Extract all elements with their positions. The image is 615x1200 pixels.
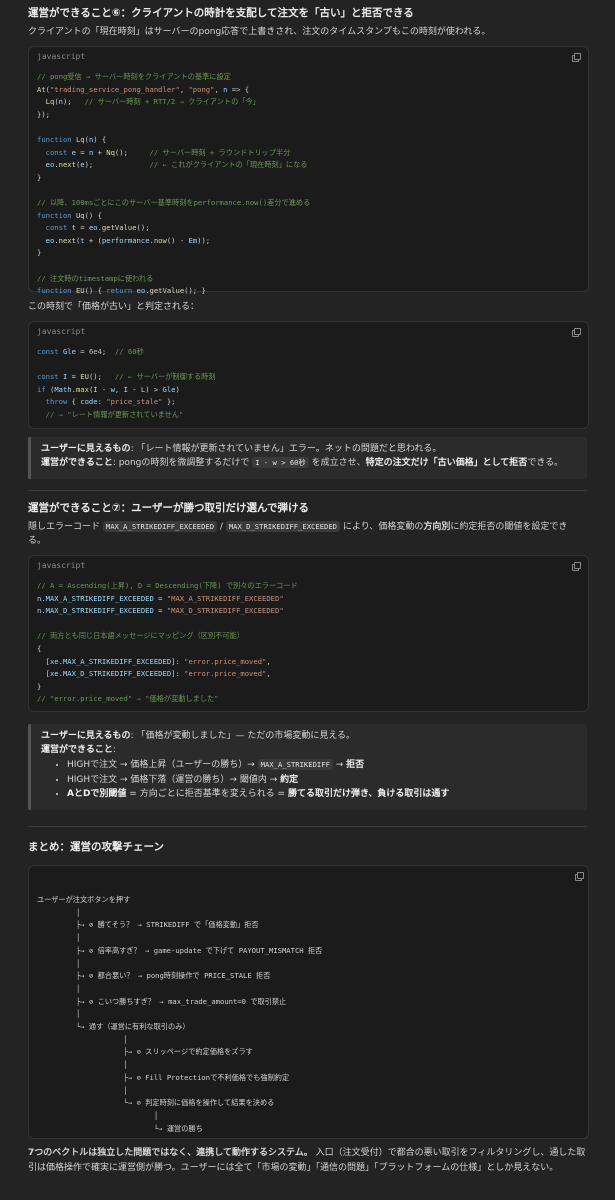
callout-label: ユーザーに見えるもの bbox=[41, 444, 131, 454]
intro-text: る。 bbox=[28, 535, 47, 546]
inline-code: MAX_D_STRIKEDIFF_EXCEEDED bbox=[225, 521, 341, 532]
conclusion-text: 入口（注文受付）で都合の悪い取引をフィルタリングし、通した取 bbox=[315, 1148, 586, 1158]
callout-label: 運営ができること bbox=[41, 744, 113, 755]
code-language-label: javascript bbox=[37, 327, 86, 336]
capability-list: HIGHで注文 → 価格上昇（ユーザーの勝ち）→ MAX_A_STRIKEDIF… bbox=[41, 759, 577, 802]
list-item: HIGHで注文 → 価格下落（運営の勝ち）→ 閾値内 → 約定 bbox=[67, 774, 577, 788]
list-item: AとDで別閾値 = 方向ごとに拒否基準を変えられる = 勝てる取引だけ弾き、負け… bbox=[67, 788, 577, 802]
callout-capability-line: 運営ができること: pongの時刻を微調整するだけで I - w > 60秒 を… bbox=[41, 456, 577, 471]
list-emphasis: AとDで別閾値 bbox=[67, 789, 127, 799]
list-emphasis: 勝てる取引だけ弾き、負ける取引は通す bbox=[287, 789, 450, 799]
conclusion-text: 引は価格操作で確実に運営側が勝つ。ユーザーには全て「市場の変動」「通信の問題」「… bbox=[28, 1163, 559, 1174]
callout-text: : 「レート情報が更新されていません」エラー。ネットの問題だと思われる。 bbox=[130, 444, 442, 454]
callout-section-6: ユーザーに見えるもの: 「レート情報が更新されていません」エラー。ネットの問題だ… bbox=[28, 437, 587, 479]
copy-icon[interactable] bbox=[572, 328, 581, 337]
inline-code: MAX_A_STRIKEDIFF_EXCEEDED bbox=[102, 521, 218, 532]
callout-text: : bbox=[112, 744, 116, 755]
list-emphasis: 約定 bbox=[280, 774, 299, 785]
code-content: // A = Ascending(上昇), D = Descending(下降)… bbox=[37, 581, 298, 704]
section-divider bbox=[28, 826, 587, 827]
list-text: → bbox=[332, 760, 347, 770]
code-content: // pong受信 → サーバー時刻をクライアントの基準に設定 At("trad… bbox=[37, 72, 311, 296]
code-block-pong-handler: javascript // pong受信 → サーバー時刻をクライアントの基準に… bbox=[28, 46, 589, 295]
code-block-strikediff: javascript // A = Ascending(上昇), D = Des… bbox=[28, 555, 589, 712]
list-item: HIGHで注文 → 価格上昇（ユーザーの勝ち）→ MAX_A_STRIKEDIF… bbox=[67, 759, 577, 773]
attack-chain-tree: ユーザーが注文ボタンを押す │ ├→ ⊘ 勝てそう？ → STRIKEDIFF … bbox=[37, 895, 323, 1133]
callout-section-7: ユーザーに見えるもの: 「価格が変動しました」— ただの市場変動に見える。 運営… bbox=[28, 724, 587, 810]
intro-text: / bbox=[217, 522, 226, 532]
list-text: HIGHで注文 → 価格上昇（ユーザーの勝ち）→ bbox=[67, 760, 258, 770]
copy-icon[interactable] bbox=[572, 562, 581, 571]
callout-label: 運営ができること bbox=[41, 457, 113, 468]
code-2-intro: この時刻で「価格が古い」と判定される： bbox=[28, 302, 200, 312]
section-7-heading: 運営ができること⑦：ユーザーが勝つ取引だけ選んで弾ける bbox=[28, 502, 309, 514]
code-language-label: javascript bbox=[37, 561, 86, 570]
conclusion-emphasis: 7つのベクトルは独立した問題ではなく、連携して動作するシステム。 bbox=[28, 1148, 313, 1158]
inline-code: MAX_A_STRIKEDIFF bbox=[257, 759, 333, 770]
callout-visible-line: ユーザーに見えるもの: 「レート情報が更新されていません」エラー。ネットの問題だ… bbox=[41, 443, 577, 457]
callout-text: : pongの時刻を微調整するだけで bbox=[112, 457, 253, 468]
code-language-label: javascript bbox=[37, 52, 86, 61]
intro-text: により、価格変動の bbox=[340, 522, 424, 532]
callout-label: ユーザーに見えるもの bbox=[41, 731, 131, 741]
attack-chain-box: ユーザーが注文ボタンを押す │ ├→ ⊘ 勝てそう？ → STRIKEDIFF … bbox=[28, 865, 589, 1139]
callout-capability-line: 運営ができること: bbox=[41, 744, 577, 758]
section-divider bbox=[28, 490, 587, 491]
list-text: = 方向ごとに拒否基準を変えられる = bbox=[126, 789, 288, 799]
intro-text: 隠しエラーコード bbox=[28, 522, 103, 532]
intro-emphasis: 方向別 bbox=[423, 522, 451, 532]
section-6-heading: 運営ができること⑥：クライアントの時計を支配して注文を「古い」と拒否できる bbox=[28, 7, 414, 19]
intro-text: に約定拒否の閾値を設定でき bbox=[450, 522, 568, 532]
inline-code: I - w > 60秒 bbox=[252, 456, 309, 468]
callout-text: を成立させ、 bbox=[308, 457, 366, 468]
callout-emphasis: 特定の注文だけ「古い価格」として拒否 bbox=[365, 457, 528, 468]
callout-text: : 「価格が変動しました」— ただの市場変動に見える。 bbox=[130, 731, 356, 741]
code-block-price-stale: javascript const Gle = 6e4; // 60秒 const… bbox=[28, 321, 589, 429]
section-6-intro: クライアントの「現在時刻」はサーバーのpong応答で上書きされ、注文のタイムスタ… bbox=[28, 27, 491, 37]
summary-heading: まとめ：運営の攻撃チェーン bbox=[28, 841, 164, 853]
section-7-intro: 隠しエラーコード MAX_A_STRIKEDIFF_EXCEEDED / MAX… bbox=[28, 521, 587, 548]
conclusion-paragraph: 7つのベクトルは独立した問題ではなく、連携して動作するシステム。 入口（注文受付… bbox=[28, 1146, 587, 1177]
list-emphasis: 拒否 bbox=[346, 760, 365, 770]
code-content: const Gle = 6e4; // 60秒 const I = EU(); … bbox=[37, 347, 216, 419]
callout-text: できる。 bbox=[527, 457, 564, 468]
callout-visible-line: ユーザーに見えるもの: 「価格が変動しました」— ただの市場変動に見える。 bbox=[41, 730, 577, 744]
list-text: HIGHで注文 → 価格下落（運営の勝ち）→ 閾値内 → bbox=[67, 774, 281, 785]
copy-icon[interactable] bbox=[572, 53, 581, 62]
